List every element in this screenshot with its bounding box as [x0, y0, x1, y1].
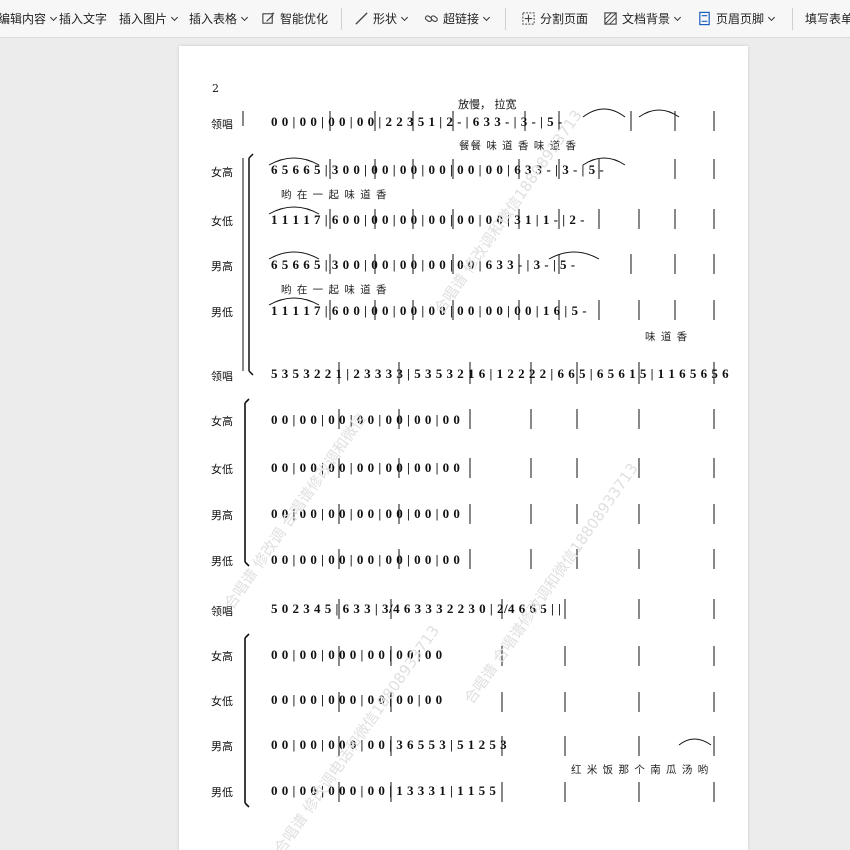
part-label-bass: 男低	[211, 555, 233, 568]
insert-text-label: 插入文字	[59, 12, 108, 26]
smart-optimize-label: 智能优化	[280, 12, 329, 26]
toolbar-separator	[341, 8, 342, 30]
part-label-alto: 女低	[211, 463, 233, 476]
tempo-marking: 放慢， 拉宽	[458, 98, 517, 111]
score-row-lead: 5 3 5 3 2 2 1 | 2 3 3 3 3 | 5 3 5 3 2 1 …	[271, 366, 730, 381]
header-footer-button[interactable]: 页眉页脚	[697, 0, 776, 37]
chevron-down-icon	[400, 13, 409, 21]
line-shape-icon	[355, 12, 368, 25]
link-icon	[424, 15, 438, 23]
score-row-tenor: 0 0 | 0 0 | 0 0 0 | 0 0 | 3 6 5 5 3 | 5 …	[271, 737, 508, 752]
part-label-tenor: 男高	[211, 509, 233, 522]
edit-content-button[interactable]: 编辑内容	[0, 0, 58, 37]
page-number: 2	[212, 82, 219, 95]
score-row-alto: 1 1 1 1 7 | 6 0 0 | 0 0 | 0 0 | 0 0 | 0 …	[271, 212, 585, 227]
insert-image-label: 插入图片	[119, 12, 168, 26]
part-label-bass: 男低	[211, 306, 233, 319]
score-row-alto: 0 0 | 0 0 | 0 0 | 0 0 | 0 0 | 0 0 | 0 0	[271, 460, 461, 475]
edit-content-label: 编辑内容	[0, 12, 47, 26]
score-row-bass: 0 0 | 0 0 | 0 0 | 0 0 | 0 0 | 0 0 | 0 0	[271, 552, 461, 567]
smart-optimize-button[interactable]: 智能优化	[261, 0, 328, 37]
split-page-label: 分割页面	[540, 12, 589, 26]
shape-button[interactable]: 形状	[354, 0, 409, 37]
toolbar-separator	[792, 8, 793, 30]
part-label-lead: 领唱	[211, 370, 233, 383]
chevron-down-icon	[673, 13, 682, 21]
split-page-icon	[522, 12, 535, 25]
toolbar: 编辑内容 插入文字 插入图片 插入表格 智能优化 形状 超链接 分割页面 文档背…	[0, 0, 850, 38]
score-row-soprano: 6 5 6 6 5 | 3 0 0 | 0 0 | 0 0 | 0 0 | 0 …	[271, 162, 605, 177]
insert-text-button[interactable]: 插入文字	[59, 0, 107, 37]
chevron-down-icon	[49, 13, 58, 21]
header-footer-icon	[699, 11, 710, 26]
fill-form-button[interactable]: 填写表单	[805, 0, 850, 37]
part-label-tenor: 男高	[211, 740, 233, 753]
toolbar-separator	[505, 8, 506, 30]
shape-label: 形状	[373, 12, 398, 26]
split-page-button[interactable]: 分割页面	[521, 0, 588, 37]
part-label-soprano: 女高	[211, 415, 233, 428]
hyperlink-label: 超链接	[443, 12, 480, 26]
hyperlink-button[interactable]: 超链接	[424, 0, 491, 37]
part-label-alto: 女低	[211, 215, 233, 228]
part-label-soprano: 女高	[211, 650, 233, 663]
lyrics-bass: 味 道 香	[645, 331, 689, 343]
document-background-label: 文档背景	[622, 12, 671, 26]
part-label-bass: 男低	[211, 786, 233, 799]
fill-form-label: 填写表单	[805, 12, 850, 26]
lyrics-tenor: 哟 在 一 起 味 道 香	[281, 284, 388, 296]
chevron-down-icon	[170, 13, 179, 21]
score-row-lead: 0 0 | 0 0 | 0 0 | 0 0 | 2 2 3 5 1 | 2 - …	[271, 114, 563, 129]
part-label-lead: 领唱	[211, 118, 233, 131]
part-label-alto: 女低	[211, 695, 233, 708]
smart-optimize-icon	[262, 12, 275, 24]
document-page: 2 放慢， 拉宽 领唱 0 0 | 0 0 | 0 0 | 0 0 | 2 2 …	[179, 46, 748, 850]
part-label-soprano: 女高	[211, 166, 233, 179]
document-background-button[interactable]: 文档背景	[603, 0, 682, 37]
chevron-down-icon	[767, 13, 776, 21]
header-footer-label: 页眉页脚	[716, 12, 765, 26]
chevron-down-icon	[240, 13, 249, 21]
part-label-tenor: 男高	[211, 260, 233, 273]
score-row-tenor: 6 5 6 6 5 | 3 0 0 | 0 0 | 0 0 | 0 0 | 0 …	[271, 257, 576, 272]
lyrics-soprano: 哟 在 一 起 味 道 香	[281, 189, 388, 201]
chevron-down-icon	[482, 13, 491, 21]
insert-table-button[interactable]: 插入表格	[189, 0, 249, 37]
insert-image-button[interactable]: 插入图片	[119, 0, 179, 37]
lyrics-tenor: 红 米 饭 那 个 南 瓜 汤 哟	[571, 764, 710, 776]
insert-table-label: 插入表格	[189, 12, 238, 26]
background-icon	[604, 12, 617, 25]
score-row-alto: 0 0 | 0 0 | 0 0 0 | 0 0 | 0 0 | 0 0	[271, 692, 443, 707]
